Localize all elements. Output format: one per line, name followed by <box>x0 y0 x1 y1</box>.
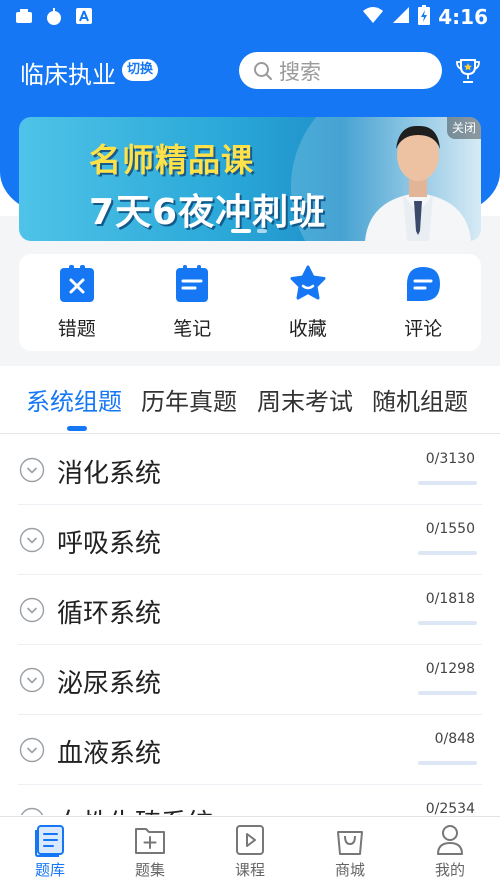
active-tab-indicator <box>67 426 87 431</box>
chevron-down-icon[interactable] <box>19 527 45 553</box>
quick-action-label: 笔记 <box>173 318 212 340</box>
nav-question-set[interactable]: 题集 <box>100 817 200 888</box>
progress-count: 0/1550 <box>425 521 475 537</box>
notes-icon <box>176 265 209 302</box>
quick-action-wrong-questions[interactable]: 错题 <box>27 264 127 341</box>
promo-banner[interactable]: 名师精品课 7天6夜冲刺班 关闭 <box>19 117 481 241</box>
chevron-down-icon[interactable] <box>19 597 45 623</box>
system-name: 循环系统 <box>57 599 162 629</box>
nav-label: 商城 <box>334 861 365 879</box>
quick-action-favorites[interactable]: 收藏 <box>258 264 358 341</box>
chevron-down-icon[interactable] <box>19 807 45 815</box>
list-item[interactable]: 泌尿系统 0/1298 <box>0 645 500 715</box>
nav-profile[interactable]: 我的 <box>400 817 500 888</box>
course-play-icon <box>236 825 264 855</box>
list-item[interactable]: 呼吸系统 0/1550 <box>0 505 500 575</box>
list-item[interactable]: 血液系统 0/848 <box>0 715 500 785</box>
tab-past-exams[interactable]: 历年真题 <box>141 382 237 417</box>
progress-count: 0/2534 <box>425 801 475 815</box>
nav-label: 课程 <box>234 861 265 879</box>
app-store-icon <box>74 6 94 26</box>
question-bank-icon <box>35 825 64 857</box>
chevron-down-icon[interactable] <box>19 457 45 483</box>
chevron-down-icon[interactable] <box>19 667 45 693</box>
banner-dot-active <box>231 229 251 233</box>
banner-pagination <box>231 229 267 233</box>
nav-label: 我的 <box>434 861 465 879</box>
tab-system-questions[interactable]: 系统组题 <box>26 382 122 417</box>
quick-actions: 错题 笔记 收藏 评论 <box>19 254 481 351</box>
nav-shop[interactable]: 商城 <box>300 817 400 888</box>
progress-bar <box>418 621 477 625</box>
app-header: 临床执业 切换 搜索 <box>0 44 500 96</box>
battery-icon <box>418 5 431 29</box>
quick-action-label: 错题 <box>57 318 96 340</box>
progress-bar <box>418 551 477 555</box>
status-bar: 4:16 <box>0 0 500 34</box>
quick-action-label: 收藏 <box>288 318 327 340</box>
progress-count: 0/1298 <box>425 661 475 677</box>
search-icon <box>254 61 272 80</box>
signal-icon <box>392 6 410 28</box>
list-item[interactable]: 循环系统 0/1818 <box>0 575 500 645</box>
wrong-questions-icon <box>59 265 94 302</box>
nav-label: 题库 <box>34 861 65 879</box>
comments-icon <box>407 267 441 301</box>
quick-action-comments[interactable]: 评论 <box>373 264 473 341</box>
nav-course[interactable]: 课程 <box>200 817 300 888</box>
system-name: 泌尿系统 <box>57 669 162 699</box>
tab-weekend-exam[interactable]: 周末考试 <box>257 382 353 417</box>
progress-count: 0/3130 <box>425 451 475 467</box>
banner-title: 名师精品课 <box>89 141 255 179</box>
progress-bar <box>418 481 477 485</box>
search-input[interactable]: 搜索 <box>239 52 442 89</box>
system-name: 女性生殖系统 <box>57 803 213 815</box>
profile-icon <box>437 825 463 855</box>
system-name: 呼吸系统 <box>57 529 162 559</box>
quick-action-label: 评论 <box>404 318 443 340</box>
progress-count: 0/1818 <box>425 591 475 607</box>
system-name: 血液系统 <box>57 739 162 769</box>
banner-dot <box>257 229 267 233</box>
banner-subtitle: 7天6夜冲刺班 <box>89 192 327 233</box>
list-item[interactable]: 女性生殖系统 0/2534 <box>0 785 500 815</box>
progress-bar <box>418 691 477 695</box>
trophy-icon[interactable] <box>455 57 481 85</box>
banner-close-button[interactable]: 关闭 <box>447 117 481 139</box>
switch-subject-button[interactable]: 切换 <box>122 59 159 81</box>
question-tabs: 系统组题 历年真题 周末考试 随机组题 <box>0 368 500 434</box>
system-list: 消化系统 0/3130 呼吸系统 0/1550 循环系统 0/1818 泌尿系统… <box>0 435 500 815</box>
chevron-down-icon[interactable] <box>19 737 45 763</box>
question-set-icon <box>135 828 165 854</box>
quick-action-notes[interactable]: 笔记 <box>142 264 242 341</box>
list-item[interactable]: 消化系统 0/3130 <box>0 435 500 505</box>
progress-count: 0/848 <box>434 731 475 747</box>
favorites-star-icon <box>290 265 326 300</box>
subject-title[interactable]: 临床执业 <box>20 55 116 90</box>
apple-icon <box>44 6 64 26</box>
wifi-icon <box>362 6 384 28</box>
status-time: 4:16 <box>438 5 488 29</box>
nav-question-bank[interactable]: 题库 <box>0 817 100 888</box>
notification-app-icon <box>14 6 34 26</box>
nav-label: 题集 <box>134 861 165 879</box>
shop-bag-icon <box>337 831 363 855</box>
system-name: 消化系统 <box>57 459 162 489</box>
progress-bar <box>418 761 477 765</box>
search-placeholder: 搜索 <box>279 59 321 84</box>
tab-random-questions[interactable]: 随机组题 <box>372 382 468 417</box>
bottom-navigation: 题库 题集 课程 商城 我的 <box>0 816 500 888</box>
